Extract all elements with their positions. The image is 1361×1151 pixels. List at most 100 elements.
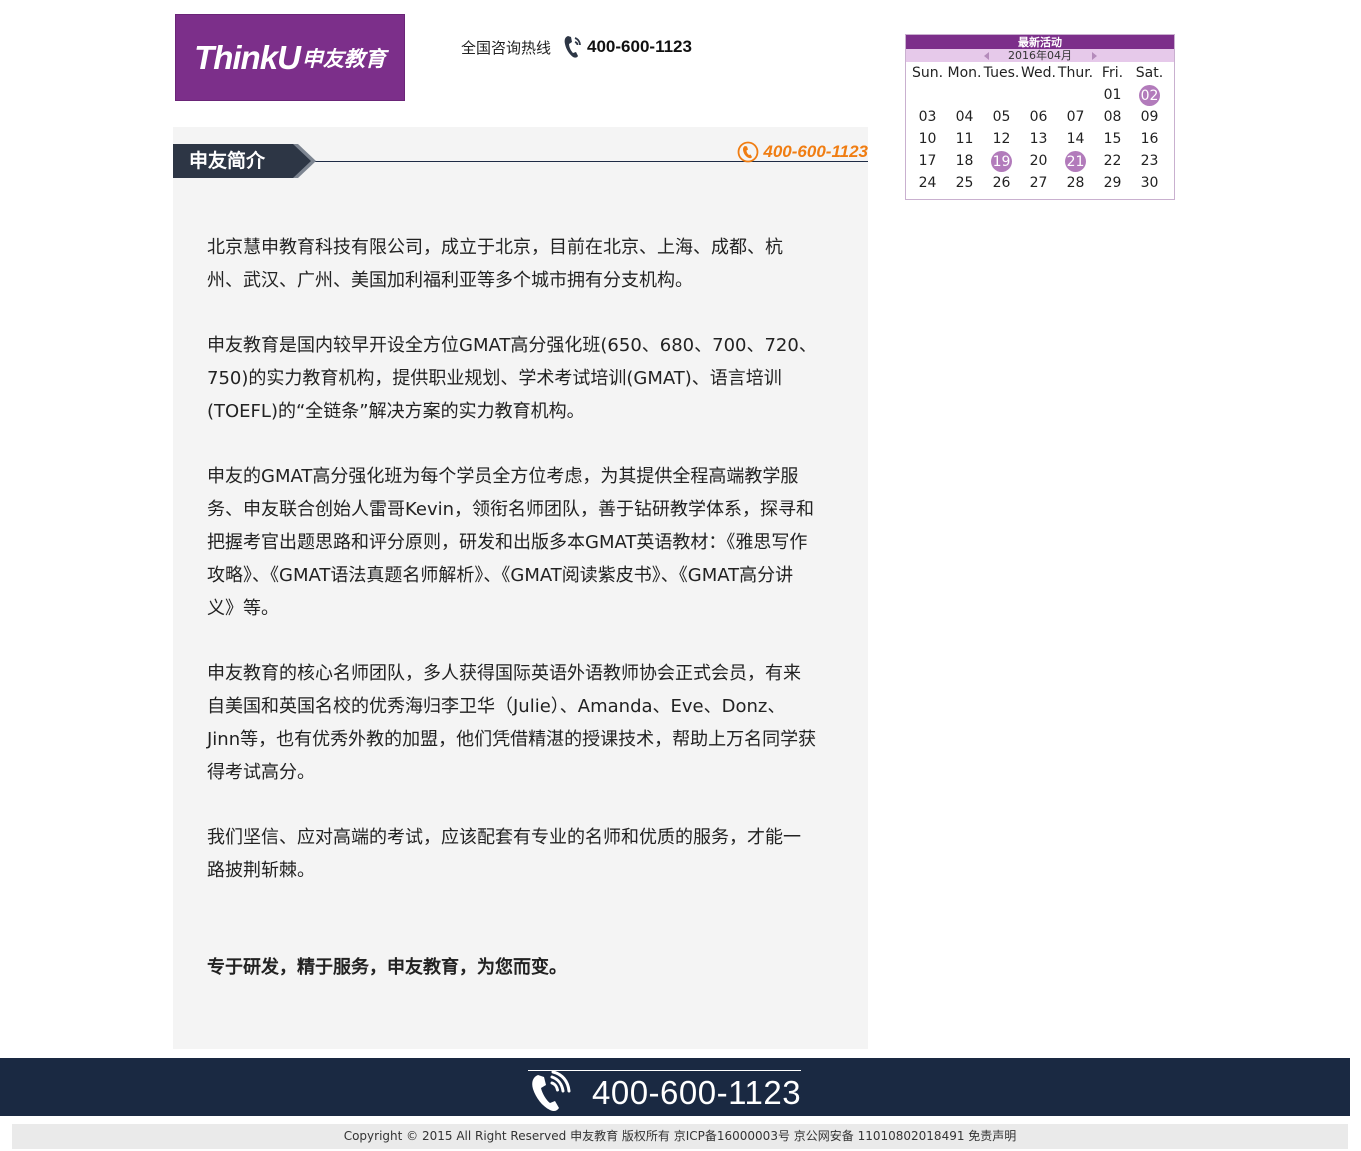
- calendar-event-day[interactable]: 19: [983, 150, 1020, 172]
- logo-text-cn: 申友教育: [301, 46, 386, 71]
- calendar-day: 20: [1020, 153, 1057, 169]
- calendar-day-number: 22: [1103, 153, 1122, 169]
- calendar-day-number: 02: [1139, 84, 1160, 106]
- calendar-day: 27: [1020, 175, 1057, 191]
- calendar-day-number: 19: [991, 150, 1012, 172]
- phone-icon: [563, 34, 583, 60]
- calendar-prev-icon[interactable]: [984, 52, 989, 60]
- calendar-day: 12: [983, 131, 1020, 147]
- calendar-day-number: 04: [955, 109, 974, 125]
- section-title: 申友简介: [173, 144, 311, 178]
- calendar-grid: 01 02 03 04 05 06 07 08 09 10 11 12 13 14 15 16 17 18 19 20…: [906, 84, 1174, 194]
- calendar-month-label: 2016年04月: [1008, 49, 1072, 62]
- calendar-day-number: 06: [1029, 109, 1048, 125]
- calendar-day: 01: [1094, 87, 1131, 103]
- calendar-day-number: 25: [955, 175, 974, 191]
- calendar-event-day[interactable]: 21: [1057, 150, 1094, 172]
- calendar-day-number: 07: [1066, 109, 1085, 125]
- hotline-label: 全国咨询热线: [461, 38, 552, 57]
- calendar-weekday: Tues.: [983, 65, 1020, 81]
- intro-paragraph: 申友教育是国内较早开设全方位GMAT高分强化班(650、680、700、720、…: [207, 335, 817, 422]
- phone-circle-icon: [737, 141, 759, 163]
- calendar-week-row: 10 11 12 13 14 15 16: [906, 128, 1174, 150]
- section-phone: 400-600-1123: [737, 141, 868, 163]
- calendar-week-row: 17 18 19 20 21 22 23: [906, 150, 1174, 172]
- calendar-month-bar: 2016年04月: [906, 49, 1174, 62]
- calendar-day: 06: [1020, 109, 1057, 125]
- calendar-day-number: 23: [1140, 153, 1159, 169]
- calendar-day-number: 10: [918, 131, 937, 147]
- calendar-weekday: Sat.: [1135, 65, 1164, 81]
- calendar-day-number: 24: [918, 175, 937, 191]
- calendar-day: 05: [983, 109, 1020, 125]
- calendar-day-number: 16: [1140, 131, 1159, 147]
- calendar-day-number: 30: [1140, 175, 1159, 191]
- calendar-weekday: Thur.: [1057, 65, 1094, 81]
- intro-paragraph: 我们坚信、应对高端的考试，应该配套有专业的名师和优质的服务，才能一路披荆斩棘。: [207, 827, 801, 881]
- calendar-day: 08: [1094, 109, 1131, 125]
- calendar-day: 15: [1094, 131, 1131, 147]
- calendar-day-number: 12: [992, 131, 1011, 147]
- calendar-day-number: 29: [1103, 175, 1122, 191]
- calendar-week-row: 24 25 26 27 28 29 30: [906, 172, 1174, 194]
- calendar-day: 22: [1094, 153, 1131, 169]
- calendar-day-number: 11: [955, 131, 974, 147]
- calendar-day: 13: [1020, 131, 1057, 147]
- intro-body: 北京慧申教育科技有限公司，成立于北京，目前在北京、上海、成都、杭州、武汉、广州、…: [207, 231, 817, 1016]
- intro-panel: 申友简介 400-600-1123 北京慧申教育科技有限公司，成立于北京，目前在…: [173, 127, 868, 1049]
- calendar-weekday: Wed.: [1021, 65, 1056, 81]
- calendar-day-number: 03: [918, 109, 937, 125]
- calendar-day-number: 05: [992, 109, 1011, 125]
- calendar-day-number: 15: [1103, 131, 1122, 147]
- calendar-day: 09: [1131, 109, 1168, 125]
- footer-bar: 400-600-1123: [0, 1058, 1350, 1116]
- calendar-event-day[interactable]: 02: [1131, 84, 1168, 106]
- calendar-day: 24: [909, 175, 946, 191]
- calendar-day: 11: [946, 131, 983, 147]
- calendar-day: 28: [1057, 175, 1094, 191]
- calendar-day-number: 20: [1029, 153, 1048, 169]
- calendar-day-number: 26: [992, 175, 1011, 191]
- calendar-day: 04: [946, 109, 983, 125]
- calendar-week-row: 03 04 05 06 07 08 09: [906, 106, 1174, 128]
- calendar-day-number: 13: [1029, 131, 1048, 147]
- calendar-day-number: 27: [1029, 175, 1048, 191]
- calendar-day: 30: [1131, 175, 1168, 191]
- phone-icon: [528, 1071, 574, 1115]
- calendar-day: 07: [1057, 109, 1094, 125]
- calendar-day-number: 09: [1140, 109, 1159, 125]
- calendar-day-number: 28: [1066, 175, 1085, 191]
- calendar-week-row: 01 02: [906, 84, 1174, 106]
- logo[interactable]: ThinkU 申友教育: [175, 14, 405, 101]
- calendar-weekday: Mon.: [947, 65, 982, 81]
- calendar-day-number: 18: [955, 153, 974, 169]
- calendar-day-number: 21: [1065, 150, 1086, 172]
- calendar-day: 10: [909, 131, 946, 147]
- slogan: 专于研发，精于服务，申友教育，为您而变。: [207, 957, 567, 978]
- intro-paragraph: 申友教育的核心名师团队，多人获得国际英语外语教师协会正式会员，有来自美国和英国名…: [207, 663, 817, 783]
- hotline: 全国咨询热线 400-600-1123: [461, 32, 692, 62]
- footer-phone: 400-600-1123: [528, 1070, 802, 1115]
- calendar-day-number: 08: [1103, 109, 1122, 125]
- hotline-number: 400-600-1123: [587, 37, 692, 56]
- intro-paragraph: 北京慧申教育科技有限公司，成立于北京，目前在北京、上海、成都、杭州、武汉、广州、…: [207, 237, 783, 291]
- calendar-day: 23: [1131, 153, 1168, 169]
- calendar-weekday-row: Sun. Mon. Tues. Wed. Thur. Fri. Sat.: [906, 62, 1174, 84]
- calendar-weekday: Fri.: [1101, 65, 1124, 81]
- calendar-next-icon[interactable]: [1092, 52, 1097, 60]
- calendar-day: 18: [946, 153, 983, 169]
- calendar-day-number: 17: [918, 153, 937, 169]
- calendar-day: 17: [909, 153, 946, 169]
- calendar-weekday: Sun.: [911, 65, 944, 81]
- calendar-day: 25: [946, 175, 983, 191]
- calendar-day-number: 14: [1066, 131, 1085, 147]
- calendar-day-number: 01: [1103, 87, 1122, 103]
- intro-paragraph: 申友的GMAT高分强化班为每个学员全方位考虑，为其提供全程高端教学服务、申友联合…: [207, 466, 815, 619]
- copyright: Copyright © 2015 All Right Reserved 申友教育…: [12, 1124, 1348, 1149]
- calendar-day: 16: [1131, 131, 1168, 147]
- footer-phone-number: 400-600-1123: [592, 1074, 802, 1111]
- calendar-day: 14: [1057, 131, 1094, 147]
- section-header: 申友简介 400-600-1123: [173, 141, 868, 181]
- calendar-day: 03: [909, 109, 946, 125]
- logo-text-en: ThinkU: [194, 38, 301, 76]
